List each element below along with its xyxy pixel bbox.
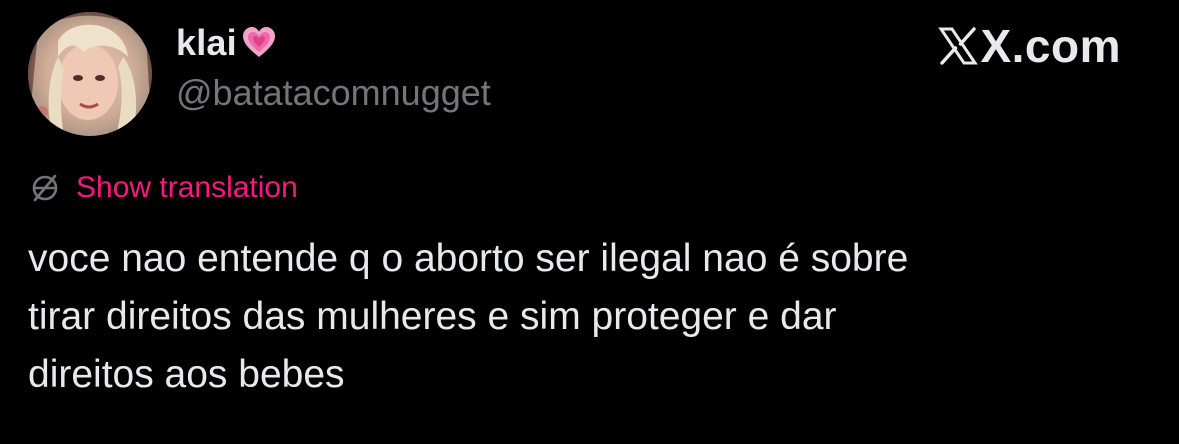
tweet-text-line: tirar direitos das mulheres e sim proteg…	[28, 295, 837, 338]
show-translation-link[interactable]: Show translation	[76, 171, 298, 205]
tweet-text-line: direitos aos bebes	[28, 353, 345, 396]
display-name[interactable]: klai	[176, 22, 237, 64]
growing-heart-icon	[241, 25, 277, 61]
brand-watermark: X.com	[938, 20, 1121, 72]
author-name-row[interactable]: klai	[176, 18, 277, 68]
tweet-text: voce nao entende q o aborto ser ilegal n…	[28, 230, 1148, 404]
brand-text: X.com	[980, 20, 1121, 72]
tweet-text-line: voce nao entende q o aborto ser ilegal n…	[28, 237, 909, 280]
author-handle[interactable]: @batatacomnugget	[176, 72, 491, 114]
x-logo-icon	[938, 26, 979, 66]
tweet-card: klai @batatacomnugget X.com Show transla…	[0, 0, 1179, 444]
avatar[interactable]	[28, 12, 152, 136]
globe-icon	[30, 173, 60, 203]
show-translation-button[interactable]: Show translation	[30, 166, 298, 210]
